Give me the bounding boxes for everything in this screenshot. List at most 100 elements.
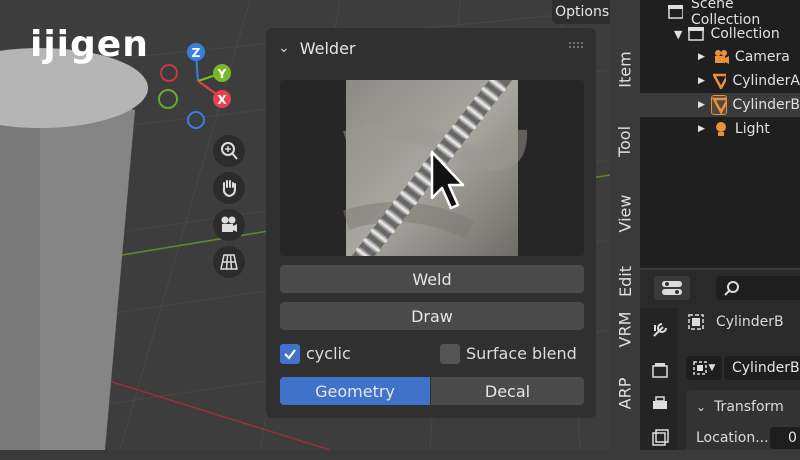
- checkmark-icon: [284, 349, 296, 360]
- weld-button[interactable]: Weld: [280, 265, 584, 293]
- transform-label: Transform: [714, 399, 784, 415]
- render-tab[interactable]: [650, 360, 670, 380]
- draw-button[interactable]: Draw: [280, 302, 584, 330]
- object-icon: [688, 314, 704, 330]
- collection-box-icon: [688, 27, 705, 41]
- tab-tool-label: Tool: [615, 125, 635, 157]
- location-label: Location...: [696, 430, 769, 446]
- camera-icon: [221, 216, 237, 232]
- image-icon: [652, 429, 669, 446]
- collection-label: Collection: [710, 26, 780, 42]
- editor-type-icon: [662, 281, 682, 295]
- object-name: CylinderB: [716, 314, 784, 330]
- object-name-row: CylinderB: [688, 314, 784, 330]
- tab-arp-label: ARP: [615, 377, 635, 409]
- options-row: cyclic Surface blend: [280, 342, 584, 366]
- printer-icon: [653, 396, 667, 409]
- chevron-down-icon: ▼: [708, 363, 716, 373]
- options-button[interactable]: Options ⌄: [552, 0, 610, 24]
- cyclic-label: cyclic: [306, 344, 351, 363]
- tab-item-label: Item: [615, 50, 635, 88]
- ortho-toggle-button[interactable]: [213, 246, 245, 278]
- tab-more[interactable]: [610, 430, 640, 460]
- camera-object-icon: [714, 50, 729, 64]
- tab-item[interactable]: Item: [610, 36, 640, 102]
- z-axis-label: Z: [192, 46, 201, 60]
- wrench-icon: [653, 323, 667, 337]
- collection-box-icon: [668, 5, 683, 19]
- tab-edit-label: Edit: [615, 265, 635, 297]
- expand-arrow-icon[interactable]: ▶: [698, 76, 705, 86]
- sidebar-tabs: Item Tool View Edit VRM ARP: [610, 28, 640, 460]
- mesh-object-icon: [712, 73, 727, 89]
- cylinderb-label: CylinderB: [732, 97, 800, 113]
- light-label: Light: [734, 121, 770, 137]
- search-icon: [724, 281, 739, 296]
- welder-panel: ⌄ Welder Weld Draw cyclic Surface blend …: [266, 28, 596, 418]
- pan-button[interactable]: [213, 172, 245, 204]
- object-name-field-value: CylinderB: [732, 360, 800, 376]
- expand-arrow-icon[interactable]: ▶: [698, 52, 705, 62]
- tool-tab[interactable]: [650, 320, 670, 340]
- ijigen-logo: ijigen: [30, 24, 149, 65]
- object-icon: [692, 361, 707, 375]
- view-layer-tab[interactable]: [650, 428, 670, 448]
- transform-panel-header[interactable]: ⌄ Transform: [686, 390, 800, 424]
- chevron-down-icon: ⌄: [278, 40, 290, 56]
- outliner-item-cylindera[interactable]: ▶ CylinderA: [640, 69, 800, 93]
- zoom-icon: [221, 142, 238, 160]
- tab-view[interactable]: View: [610, 180, 640, 246]
- render-icon: [652, 363, 668, 378]
- x-axis-label: X: [217, 93, 227, 107]
- outliner-item-cylinderb[interactable]: ▶ CylinderB: [640, 93, 800, 117]
- geometry-mode-button[interactable]: Geometry: [280, 377, 430, 405]
- hand-icon: [222, 180, 236, 198]
- object-browse-button[interactable]: ▼: [686, 356, 722, 380]
- grid-icon: [220, 254, 238, 270]
- transform-panel-body: Location... 0: [686, 424, 800, 450]
- properties-tabs: [640, 308, 678, 450]
- outliner: Scene Collection ▼ Collection ▶ Camera ▶…: [640, 0, 800, 268]
- expand-arrow-icon[interactable]: ▶: [698, 124, 705, 134]
- object-name-field[interactable]: CylinderB: [724, 356, 800, 380]
- navigation-gizmo[interactable]: Z Y X: [150, 40, 250, 140]
- expand-arrow-icon[interactable]: ▶: [698, 100, 705, 110]
- tab-tool[interactable]: Tool: [610, 108, 640, 174]
- tab-vrm[interactable]: VRM: [610, 298, 640, 360]
- location-x-field[interactable]: 0: [770, 427, 800, 449]
- drag-grip-icon[interactable]: [568, 41, 584, 49]
- y-axis-label: Y: [217, 67, 227, 81]
- cyclic-checkbox[interactable]: [280, 344, 300, 364]
- camera-label: Camera: [734, 49, 790, 65]
- weld-preview-image: [342, 80, 528, 256]
- tab-arp[interactable]: ARP: [610, 366, 640, 420]
- output-tab[interactable]: [650, 394, 670, 414]
- surface-blend-label: Surface blend: [466, 344, 577, 363]
- surface-blend-checkbox[interactable]: [440, 344, 460, 364]
- outliner-item-light[interactable]: ▶ Light: [640, 117, 800, 141]
- decal-mode-button[interactable]: Decal: [431, 377, 584, 405]
- welder-panel-header[interactable]: ⌄ Welder: [266, 28, 596, 68]
- options-label: Options: [555, 4, 610, 20]
- light-bulb-icon: [715, 122, 726, 136]
- tab-vrm-label: VRM: [615, 311, 635, 347]
- tab-view-label: View: [615, 194, 635, 232]
- neg-x-axis-handle: [160, 64, 178, 82]
- outliner-collection[interactable]: ▼ Collection: [640, 22, 800, 46]
- outliner-item-camera[interactable]: ▶ Camera: [640, 45, 800, 69]
- panel-title: Welder: [299, 38, 356, 58]
- weld-preview[interactable]: [280, 80, 584, 256]
- camera-view-button[interactable]: [213, 209, 245, 241]
- properties-editor: CylinderB ▼ CylinderB ⌄ Transform Locati…: [640, 270, 800, 450]
- zoom-button[interactable]: [213, 135, 245, 167]
- editor-type-button[interactable]: [654, 276, 690, 300]
- mesh-object-icon: [710, 95, 728, 115]
- neg-y-axis-handle: [158, 89, 178, 109]
- neg-z-axis-handle: [187, 111, 205, 129]
- expand-arrow-icon[interactable]: ▼: [674, 28, 682, 41]
- location-x-value: 0: [788, 430, 797, 446]
- chevron-down-icon: ⌄: [696, 400, 707, 414]
- outliner-scene-collection[interactable]: Scene Collection: [640, 0, 800, 28]
- properties-search-input[interactable]: [716, 276, 800, 300]
- cylindera-label: CylinderA: [732, 73, 800, 89]
